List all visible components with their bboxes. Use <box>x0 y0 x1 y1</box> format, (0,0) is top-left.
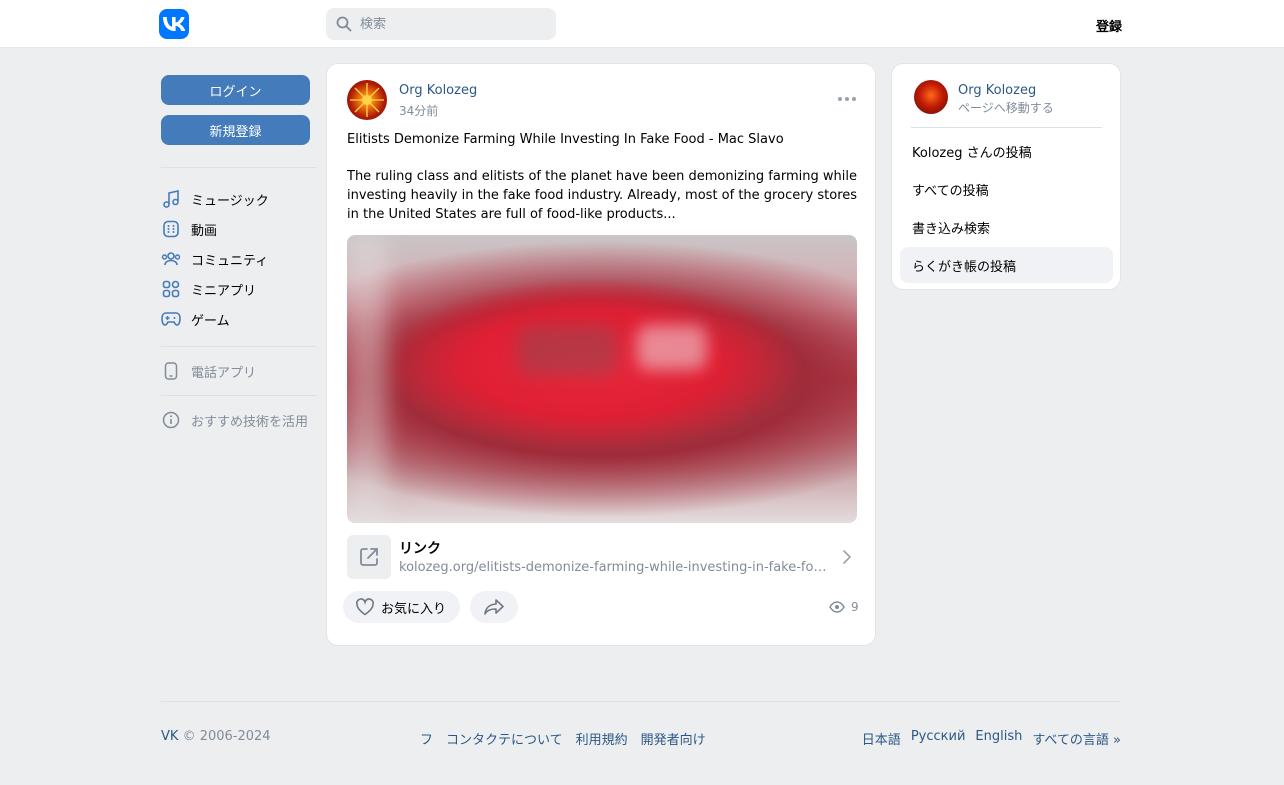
views-count: 9 <box>851 600 859 614</box>
sidebar-item-label: 動画 <box>191 223 218 239</box>
gamepad-icon <box>161 309 181 329</box>
video-icon <box>161 219 181 239</box>
sidebar-item-games[interactable]: ゲーム <box>161 304 317 334</box>
link-attachment[interactable]: リンク kolozeg.org/elitists-demonize-farmin… <box>347 535 857 581</box>
phone-app-label: 電話アプリ <box>191 365 257 381</box>
post-author-name[interactable]: Org Kolozeg <box>399 83 477 98</box>
recommend-tech-link[interactable]: おすすめ技術を活用 <box>161 405 317 435</box>
community-icon <box>161 249 181 269</box>
footer-link[interactable]: フ <box>420 729 433 748</box>
sidebar-divider <box>161 346 317 347</box>
lang-english[interactable]: English <box>975 729 1022 748</box>
phone-app-link[interactable]: 電話アプリ <box>161 356 317 386</box>
more-options-icon[interactable] <box>837 92 857 106</box>
sidebar-nav: ミュージック 動画 コミュニティ ミニアプリ ゲーム <box>161 184 317 334</box>
post-text: The ruling class and elitists of the pla… <box>347 169 858 222</box>
views-counter: 9 <box>829 600 859 614</box>
like-button[interactable]: お気に入り <box>343 591 461 623</box>
author-avatar[interactable] <box>347 80 387 120</box>
sun-emblem-icon <box>350 83 384 117</box>
search-icon <box>336 16 352 32</box>
music-icon <box>161 189 181 209</box>
share-button[interactable] <box>470 591 518 623</box>
post-image[interactable] <box>347 235 857 523</box>
copyright-text: © 2006-2024 <box>182 729 271 744</box>
external-link-icon <box>347 535 391 579</box>
chevron-right-icon <box>841 549 853 565</box>
menu-item-guestbook-posts[interactable]: らくがき帳の投稿 <box>900 247 1113 283</box>
sidebar-item-mini-apps[interactable]: ミニアプリ <box>161 274 317 304</box>
register-link[interactable]: 登録 <box>1096 16 1122 35</box>
go-to-page-link[interactable]: ページへ移動する <box>958 99 1054 116</box>
vk-logo-glyph <box>163 17 185 31</box>
page-name[interactable]: Org Kolozeg <box>958 83 1036 98</box>
sidebar-item-music[interactable]: ミュージック <box>161 184 317 214</box>
sidebar-divider <box>161 395 317 396</box>
language-links: 日本語 Русский English すべての言語 » <box>862 729 1121 748</box>
sidebar-item-label: ゲーム <box>191 313 230 329</box>
footer-links: フ コンタクテについて 利用規約 開発者向け <box>420 729 706 748</box>
post-title: Elitists Demonize Farming While Investin… <box>347 132 784 147</box>
lang-all[interactable]: すべての言語 » <box>1032 729 1121 748</box>
sidebar-item-label: コミュニティ <box>191 253 269 269</box>
footer-divider <box>161 701 1121 702</box>
sidebar-item-label: ミニアプリ <box>191 283 257 299</box>
image-blur-region <box>347 235 387 523</box>
footer-link-developers[interactable]: 開発者向け <box>641 729 706 748</box>
menu-item-search-posts[interactable]: 書き込み検索 <box>900 209 1113 245</box>
signup-button[interactable]: 新規登録 <box>161 115 310 145</box>
link-url: kolozeg.org/elitists-demonize-farming-wh… <box>399 560 829 575</box>
like-label: お気に入り <box>381 601 447 617</box>
search-input[interactable] <box>360 16 550 32</box>
panel-divider <box>911 127 1102 128</box>
lang-japanese[interactable]: 日本語 <box>862 729 901 748</box>
lang-russian[interactable]: Русский <box>911 729 966 748</box>
info-icon <box>161 410 181 430</box>
recommend-tech-label: おすすめ技術を活用 <box>191 414 309 430</box>
mini-apps-icon <box>161 279 181 299</box>
footer-link-terms[interactable]: 利用規約 <box>576 729 628 748</box>
sidebar-divider <box>161 167 317 168</box>
footer: VK © 2006-2024 フ コンタクテについて 利用規約 開発者向け 日本… <box>161 729 1121 748</box>
top-header: 登録 <box>0 0 1284 48</box>
post-timestamp[interactable]: 34分前 <box>399 102 438 119</box>
login-button[interactable]: ログイン <box>161 75 310 105</box>
link-title: リンク <box>399 541 441 557</box>
page-avatar[interactable] <box>914 80 948 114</box>
right-panel: Org Kolozeg ページへ移動する Kolozeg さんの投稿 すべての投… <box>891 63 1121 290</box>
menu-item-all-posts[interactable]: すべての投稿 <box>900 171 1113 207</box>
eye-icon <box>829 601 845 613</box>
image-blur-region <box>517 325 617 375</box>
footer-link-about[interactable]: コンタクテについて <box>446 729 563 748</box>
sidebar-item-label: ミュージック <box>191 193 269 209</box>
share-icon <box>484 599 504 615</box>
copyright: VK © 2006-2024 <box>161 729 271 744</box>
vk-footer-link[interactable]: VK <box>161 729 178 744</box>
sidebar-item-video[interactable]: 動画 <box>161 214 317 244</box>
menu-item-kolozeg-posts[interactable]: Kolozeg さんの投稿 <box>900 133 1113 169</box>
phone-icon <box>161 361 181 381</box>
heart-icon <box>356 598 374 616</box>
sidebar-item-community[interactable]: コミュニティ <box>161 244 317 274</box>
left-sidebar: ログイン 新規登録 ミュージック 動画 コミュニティ ミニアプリ ゲーム 電話ア… <box>161 75 317 435</box>
post-card: Org Kolozeg 34分前 Elitists Demonize Farmi… <box>326 63 876 646</box>
image-blur-region <box>637 325 707 370</box>
vk-logo-icon[interactable] <box>159 9 189 39</box>
search-box[interactable] <box>326 8 556 40</box>
